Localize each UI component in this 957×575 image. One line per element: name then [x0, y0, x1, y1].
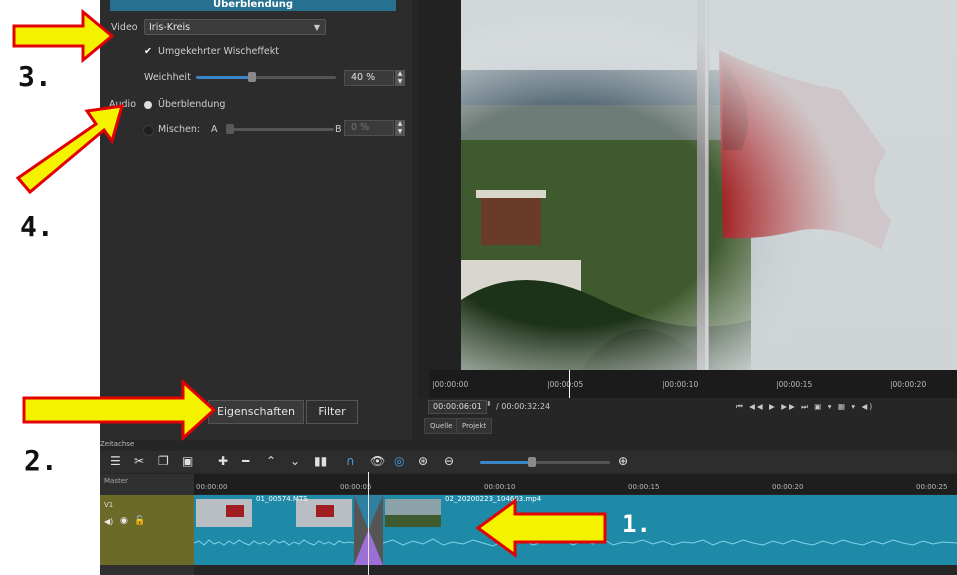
callout-number-3: 3. — [18, 60, 52, 93]
callout-overlay — [12, 8, 607, 558]
arrow-3-icon — [12, 8, 115, 64]
arrow-2-icon — [22, 378, 217, 442]
callout-number-1: 1. — [622, 510, 651, 538]
callout-number-4: 4. — [20, 210, 54, 243]
arrow-1-icon — [475, 498, 607, 558]
arrow-4-icon — [15, 104, 125, 195]
callout-number-2: 2. — [24, 444, 58, 477]
